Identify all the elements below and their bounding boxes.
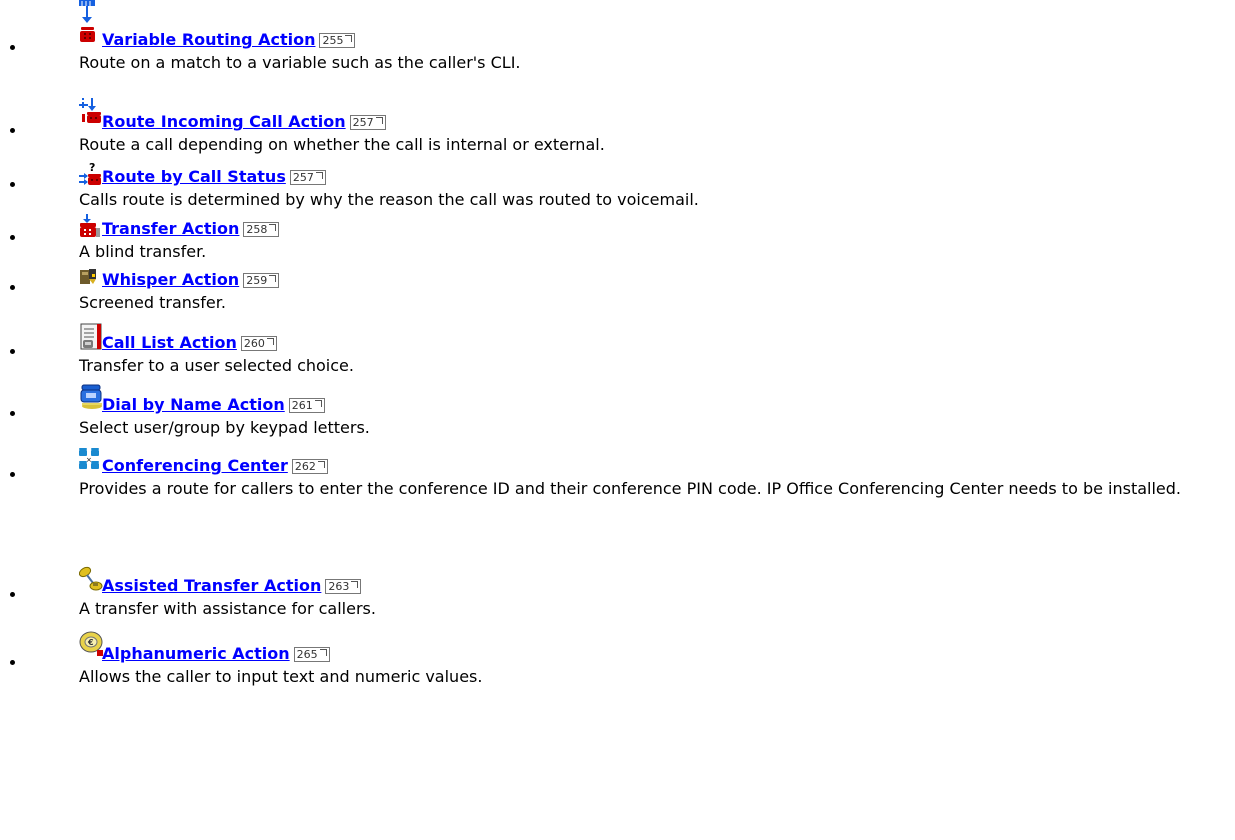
page-ref-icon[interactable]: 257 bbox=[289, 170, 326, 185]
page-ref-icon[interactable]: 259 bbox=[243, 273, 280, 288]
whisper-icon bbox=[79, 268, 99, 290]
conferencing-center-icon: × bbox=[79, 447, 101, 477]
bullet bbox=[10, 128, 15, 133]
bullet bbox=[10, 592, 15, 597]
svg-text:×: × bbox=[86, 456, 92, 464]
variable-routing-icon bbox=[79, 0, 97, 49]
item-description: Provides a route for callers to enter th… bbox=[79, 479, 1181, 498]
item-description: Transfer to a user selected choice. bbox=[79, 356, 354, 375]
link-route-incoming-call-action[interactable]: Route Incoming Call Action 257 bbox=[102, 112, 386, 131]
bullet bbox=[10, 45, 15, 50]
link-assisted-transfer-action[interactable]: Assisted Transfer Action 263 bbox=[102, 576, 362, 595]
item-description: Calls route is determined by why the rea… bbox=[79, 190, 699, 209]
route-by-call-status-icon: ? bbox=[79, 161, 101, 190]
bullet bbox=[10, 660, 15, 665]
item-description: Allows the caller to input text and nume… bbox=[79, 667, 483, 686]
page-ref-icon[interactable]: 262 bbox=[291, 459, 328, 474]
link-whisper-action[interactable]: Whisper Action 259 bbox=[102, 270, 280, 289]
page-ref-icon[interactable]: 263 bbox=[325, 579, 362, 594]
link-transfer-action[interactable]: Transfer Action 258 bbox=[102, 219, 280, 238]
bullet bbox=[10, 182, 15, 187]
page-ref-icon[interactable]: 255 bbox=[319, 33, 356, 48]
link-alphanumeric-action[interactable]: Alphanumeric Action 265 bbox=[102, 644, 330, 663]
page-ref-icon[interactable]: 260 bbox=[240, 336, 277, 351]
transfer-icon bbox=[79, 214, 101, 242]
link-dial-by-name-action[interactable]: Dial by Name Action 261 bbox=[102, 395, 325, 414]
item-description: Screened transfer. bbox=[79, 293, 226, 312]
item-description: A transfer with assistance for callers. bbox=[79, 599, 376, 618]
item-description: Route a call depending on whether the ca… bbox=[79, 135, 605, 154]
link-conferencing-center[interactable]: Conferencing Center 262 bbox=[102, 456, 328, 475]
link-variable-routing-action[interactable]: Variable Routing Action 255 bbox=[102, 30, 356, 49]
item-description: Select user/group by keypad letters. bbox=[79, 418, 370, 437]
link-call-list-action[interactable]: Call List Action 260 bbox=[102, 333, 277, 352]
item-description: Route on a match to a variable such as t… bbox=[79, 53, 521, 72]
bullet bbox=[10, 235, 15, 240]
assisted-transfer-icon bbox=[78, 566, 103, 596]
route-incoming-call-icon bbox=[79, 98, 101, 128]
page-ref-icon[interactable]: 261 bbox=[288, 398, 325, 413]
bullet bbox=[10, 472, 15, 477]
page-ref-icon[interactable]: 265 bbox=[293, 647, 330, 662]
bullet bbox=[10, 411, 15, 416]
svg-text:€: € bbox=[87, 638, 94, 647]
dial-by-name-icon bbox=[79, 384, 103, 414]
call-list-icon bbox=[79, 323, 103, 355]
item-description: A blind transfer. bbox=[79, 242, 207, 261]
link-route-by-call-status[interactable]: Route by Call Status 257 bbox=[102, 167, 326, 186]
bullet bbox=[10, 285, 15, 290]
bullet bbox=[10, 349, 15, 354]
page-ref-icon[interactable]: 258 bbox=[243, 222, 280, 237]
svg-text:?: ? bbox=[89, 162, 95, 174]
page-ref-icon[interactable]: 257 bbox=[349, 115, 386, 130]
